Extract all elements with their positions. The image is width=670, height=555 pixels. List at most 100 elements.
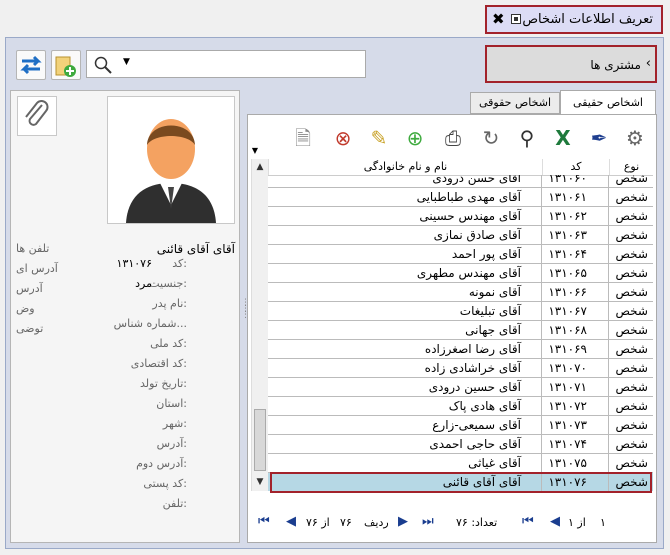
search-input[interactable]	[139, 53, 363, 75]
table-row[interactable]: شخص ۱۳۱۰۶۹ آقای رضا اصغرزاده	[268, 340, 653, 359]
cell-type: شخص	[615, 380, 648, 394]
tab-legal-persons[interactable]: اشخاص حقوقی	[470, 92, 560, 114]
table-row[interactable]: شخص ۱۳۱۰۶۰ آقای حسن درودی	[268, 175, 653, 188]
field-label: نام پدر:	[152, 297, 187, 310]
field-label: آدرس دوم:	[136, 457, 187, 470]
extra-label-notes: توضی	[16, 322, 44, 335]
table-row[interactable]: شخص ۱۳۱۰۷۳ آقای سمیعی-زارع	[268, 416, 653, 435]
close-icon[interactable]: ✖	[492, 10, 505, 28]
folder-add-icon	[55, 56, 76, 77]
last-record-icon[interactable]: ⏮	[258, 514, 270, 529]
table-row[interactable]: شخص ۱۳۱۰۶۷ آقای تبلیغات	[268, 302, 653, 321]
table-row[interactable]: شخص ۱۳۱۰۶۲ آقای مهندس حسینی	[268, 207, 653, 226]
table-row[interactable]: شخص ۱۳۱۰۷۱ آقای حسین درودی	[268, 378, 653, 397]
cell-code: ۱۳۱۰۷۰	[548, 361, 587, 375]
prev-record-icon[interactable]: ▶	[398, 514, 408, 529]
window-title-tab[interactable]: ✖ تعریف اطلاعات اشخاص	[485, 5, 663, 34]
record-count: تعداد: ۷۶	[456, 516, 498, 529]
field-label: آدرس:	[156, 437, 187, 450]
cell-name: آقای مهدی طباطبایی	[416, 190, 521, 204]
cell-code: ۱۳۱۰۶۸	[548, 323, 587, 337]
cell-name: آقای هادی پاک	[448, 399, 521, 413]
edit-icon[interactable]: ✎	[364, 123, 394, 153]
cell-name: آقای سمیعی-زارع	[432, 418, 521, 432]
cell-code: ۱۳۱۰۶۲	[548, 209, 587, 223]
selected-row-outline	[270, 472, 652, 493]
table-row[interactable]: شخص ۱۳۱۰۶۸ آقای جهانی	[268, 321, 653, 340]
search-box[interactable]: ▼	[86, 50, 366, 78]
cell-name: آقای مهندس حسینی	[419, 209, 521, 223]
field-label: تاریخ تولد:	[140, 377, 187, 390]
restore-icon[interactable]	[511, 14, 521, 24]
search-icon[interactable]: ⚲	[512, 123, 542, 153]
scroll-up-icon[interactable]: ▲	[255, 162, 265, 172]
print-icon[interactable]: ⎙	[438, 123, 468, 153]
excel-icon[interactable]: X	[548, 123, 578, 153]
swap-button[interactable]	[16, 50, 46, 80]
table-row[interactable]: شخص ۱۳۱۰۷۵ آقای غیاثی	[268, 454, 653, 473]
paperclip-icon	[25, 100, 49, 126]
cell-code: ۱۳۱۰۶۵	[548, 266, 587, 280]
cell-type: شخص	[615, 266, 648, 280]
next-page-icon[interactable]: ◀	[550, 514, 560, 529]
page-current[interactable]: ۱	[600, 516, 606, 529]
next-record-icon[interactable]: ◀	[286, 514, 296, 529]
cell-name: آقای پور احمد	[451, 247, 521, 261]
column-header-type[interactable]: نوع	[609, 159, 653, 175]
table-row[interactable]: شخص ۱۳۱۰۶۱ آقای مهدی طباطبایی	[268, 188, 653, 207]
add-icon[interactable]: ⊕	[400, 123, 430, 153]
breadcrumb[interactable]: ‹ مشتری ها	[485, 45, 657, 83]
grid-rows: شخص ۱۳۱۰۶۰ آقای حسن درودی شخص ۱۳۱۰۶۱ آقای مهد…	[268, 175, 653, 491]
last-page-icon[interactable]: ⏮	[522, 514, 534, 529]
tab-real-persons[interactable]: اشخاص حقیقی	[560, 90, 656, 114]
document-icon[interactable]: 🗎	[288, 123, 318, 153]
field-label: کد:	[172, 257, 187, 270]
cell-type: شخص	[615, 190, 648, 204]
refresh-icon[interactable]: ↻	[476, 123, 506, 153]
attach-button[interactable]	[17, 96, 57, 136]
delete-icon[interactable]: ⊗	[328, 123, 358, 153]
cell-code: ۱۳۱۰۶۶	[548, 285, 587, 299]
cell-name: آقای صادق نمازی	[433, 228, 521, 242]
field-label: تلفن:	[162, 497, 187, 510]
add-folder-button[interactable]	[51, 50, 81, 80]
table-row[interactable]: شخص ۱۳۱۰۶۶ آقای نمونه	[268, 283, 653, 302]
person-full-name: آقای آقای قائنی	[156, 242, 235, 256]
table-row[interactable]: شخص ۱۳۱۰۷۰ آقای خراشادی زاده	[268, 359, 653, 378]
table-row[interactable]: شخص ۱۳۱۰۷۴ آقای حاجی احمدی	[268, 435, 653, 454]
scroll-down-icon[interactable]: ▼	[255, 477, 265, 487]
extra-label-phones: تلفن ها	[16, 242, 50, 255]
pen-icon[interactable]: ✒	[584, 123, 614, 153]
record-current[interactable]: ۷۶	[340, 516, 352, 529]
table-row[interactable]: شخص ۱۳۱۰۶۵ آقای مهندس مطهری	[268, 264, 653, 283]
table-row[interactable]: شخص ۱۳۱۰۶۳ آقای صادق نمازی	[268, 226, 653, 245]
cell-code: ۱۳۱۰۶۴	[548, 247, 587, 261]
first-record-icon[interactable]: ⏭	[422, 514, 434, 529]
scroll-thumb[interactable]	[254, 409, 266, 471]
table-row[interactable]: شخص ۱۳۱۰۷۲ آقای هادی پاک	[268, 397, 653, 416]
cell-name: آقای خراشادی زاده	[424, 361, 521, 375]
column-header-name[interactable]: نام و نام خانوادگی	[268, 159, 542, 175]
column-header-code[interactable]: کد	[542, 159, 609, 175]
chevron-down-icon[interactable]: ▼	[123, 57, 130, 67]
cell-code: ۱۳۱۰۶۱	[548, 190, 587, 204]
table-row[interactable]: شخص ۱۳۱۰۶۴ آقای پور احمد	[268, 245, 653, 264]
vertical-scrollbar[interactable]: ▲ ▼	[251, 159, 268, 491]
cell-code: ۱۳۱۰۶۳	[548, 228, 587, 242]
cell-type: شخص	[615, 209, 648, 223]
cell-name: آقای تبلیغات	[459, 304, 521, 318]
cell-type: شخص	[615, 285, 648, 299]
settings-gear-icon[interactable]: ⚙	[620, 123, 650, 153]
cell-name: آقای مهندس مطهری	[416, 266, 521, 280]
pager: ⏮ ◀ از ۷۶ ۷۶ ردیف ▶ ⏭ تعداد: ۷۶ ⏮ ◀ از ۱…	[250, 510, 654, 536]
field-label: جنسیت:	[149, 277, 187, 290]
field-value: مرد	[135, 277, 152, 290]
cell-name: آقای جهانی	[465, 323, 521, 337]
cell-code: ۱۳۱۰۷۴	[548, 437, 587, 451]
splitter-handle[interactable]: ⋮⋮⋮	[241, 299, 250, 340]
extra-label-email: آدرس ای	[16, 262, 58, 275]
cell-code: ۱۳۱۰۷۵	[548, 456, 587, 470]
cell-type: شخص	[615, 228, 648, 242]
field-label: کد پستی:	[143, 477, 187, 490]
cell-type: شخص	[615, 342, 648, 356]
